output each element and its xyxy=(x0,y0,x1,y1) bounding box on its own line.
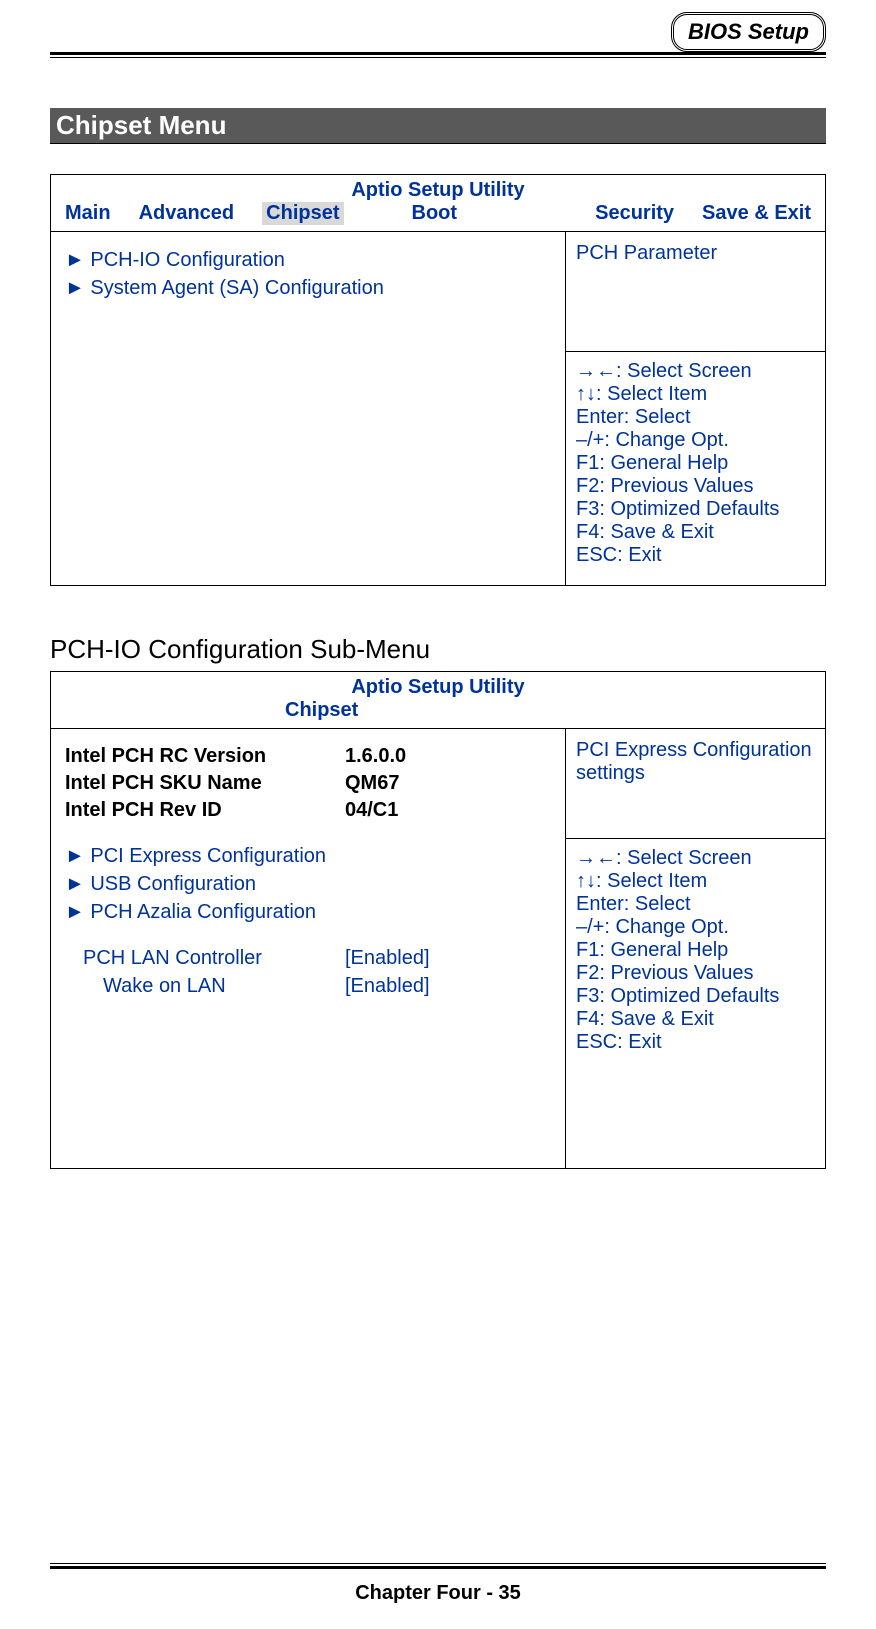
info-value: 04/C1 xyxy=(345,797,398,824)
help-text: PCI Express Configuration settings xyxy=(566,729,825,839)
option-pch-lan[interactable]: PCH LAN Controller [Enabled] xyxy=(65,944,555,972)
key-hint: F1: General Help xyxy=(576,452,815,475)
bios-screen-pch-io: Aptio Setup Utility Chipset Intel PCH RC… xyxy=(50,671,826,1169)
menu-item-system-agent[interactable]: ► System Agent (SA) Configuration xyxy=(65,274,555,302)
tab-chipset[interactable]: Chipset xyxy=(285,699,358,721)
info-label: Intel PCH SKU Name xyxy=(65,770,345,797)
submenu-arrow-icon: ► xyxy=(65,249,85,271)
menu-label: System Agent (SA) Configuration xyxy=(90,277,383,299)
menu-label: PCI Express Configuration xyxy=(90,845,326,867)
option-wake-on-lan[interactable]: Wake on LAN [Enabled] xyxy=(65,972,555,1000)
option-label: PCH LAN Controller xyxy=(65,944,345,972)
option-value: [Enabled] xyxy=(345,944,430,972)
key-hint: –/+: Change Opt. xyxy=(576,429,815,452)
menu-label: PCH-IO Configuration xyxy=(90,249,285,271)
menu-item-pci-express[interactable]: ► PCI Express Configuration xyxy=(65,842,555,870)
bios-tabs-sub: Chipset xyxy=(51,699,825,729)
key-hints: →←: Select Screen ↑↓: Select Item Enter:… xyxy=(566,352,825,585)
footer-rule xyxy=(50,1563,826,1569)
tab-security[interactable]: Security xyxy=(595,202,674,225)
option-value: [Enabled] xyxy=(345,972,430,1000)
bios-title: Aptio Setup Utility xyxy=(51,175,825,202)
info-value: 1.6.0.0 xyxy=(345,743,406,770)
key-hint: F1: General Help xyxy=(576,939,815,962)
info-row: Intel PCH RC Version 1.6.0.0 xyxy=(65,743,555,770)
key-hint: ↑↓: Select Item xyxy=(576,870,815,893)
option-label: Wake on LAN xyxy=(65,972,345,1000)
header-badge: BIOS Setup xyxy=(671,12,826,52)
section-title-chipset-menu: Chipset Menu xyxy=(50,108,826,144)
key-hint: Enter: Select xyxy=(576,893,815,916)
bios-title: Aptio Setup Utility xyxy=(51,672,825,699)
key-hint: F4: Save & Exit xyxy=(576,1008,815,1031)
submenu-arrow-icon: ► xyxy=(65,277,85,299)
key-hint: F2: Previous Values xyxy=(576,962,815,985)
key-hint: Enter: Select xyxy=(576,406,815,429)
key-hint: →←: Select Screen xyxy=(576,360,815,383)
submenu-arrow-icon: ► xyxy=(65,845,85,867)
key-hint: ↑↓: Select Item xyxy=(576,383,815,406)
info-row: Intel PCH Rev ID 04/C1 xyxy=(65,797,555,824)
menu-label: PCH Azalia Configuration xyxy=(90,901,316,923)
bios-screen-chipset: Aptio Setup Utility Main Advanced Chipse… xyxy=(50,174,826,586)
submenu-arrow-icon: ► xyxy=(65,901,85,923)
footer-text: Chapter Four - 35 xyxy=(0,1582,876,1605)
tab-chipset[interactable]: Chipset xyxy=(262,202,343,225)
info-value: QM67 xyxy=(345,770,399,797)
key-hint: F4: Save & Exit xyxy=(576,521,815,544)
info-row: Intel PCH SKU Name QM67 xyxy=(65,770,555,797)
menu-label: USB Configuration xyxy=(90,873,256,895)
menu-item-usb-config[interactable]: ► USB Configuration xyxy=(65,870,555,898)
key-hint: –/+: Change Opt. xyxy=(576,916,815,939)
key-hint: →←: Select Screen xyxy=(576,847,815,870)
section-title-pch-io-submenu: PCH-IO Configuration Sub-Menu xyxy=(50,634,826,665)
key-hint: ESC: Exit xyxy=(576,544,815,567)
help-text: PCH Parameter xyxy=(566,232,825,352)
submenu-arrow-icon: ► xyxy=(65,873,85,895)
key-hint: F3: Optimized Defaults xyxy=(576,498,815,521)
key-hint: F3: Optimized Defaults xyxy=(576,985,815,1008)
tab-main[interactable]: Main xyxy=(65,202,111,225)
key-hints: →←: Select Screen ↑↓: Select Item Enter:… xyxy=(566,839,825,1072)
key-hint: ESC: Exit xyxy=(576,1031,815,1054)
key-hint: F2: Previous Values xyxy=(576,475,815,498)
bios-tabs: Main Advanced Chipset Boot Security Save… xyxy=(51,202,825,232)
tab-advanced[interactable]: Advanced xyxy=(139,202,235,225)
menu-item-pch-io[interactable]: ► PCH-IO Configuration xyxy=(65,246,555,274)
tab-save-exit[interactable]: Save & Exit xyxy=(702,202,811,225)
tab-boot[interactable]: Boot xyxy=(412,202,458,225)
info-label: Intel PCH RC Version xyxy=(65,743,345,770)
menu-item-azalia-config[interactable]: ► PCH Azalia Configuration xyxy=(65,898,555,926)
info-label: Intel PCH Rev ID xyxy=(65,797,345,824)
